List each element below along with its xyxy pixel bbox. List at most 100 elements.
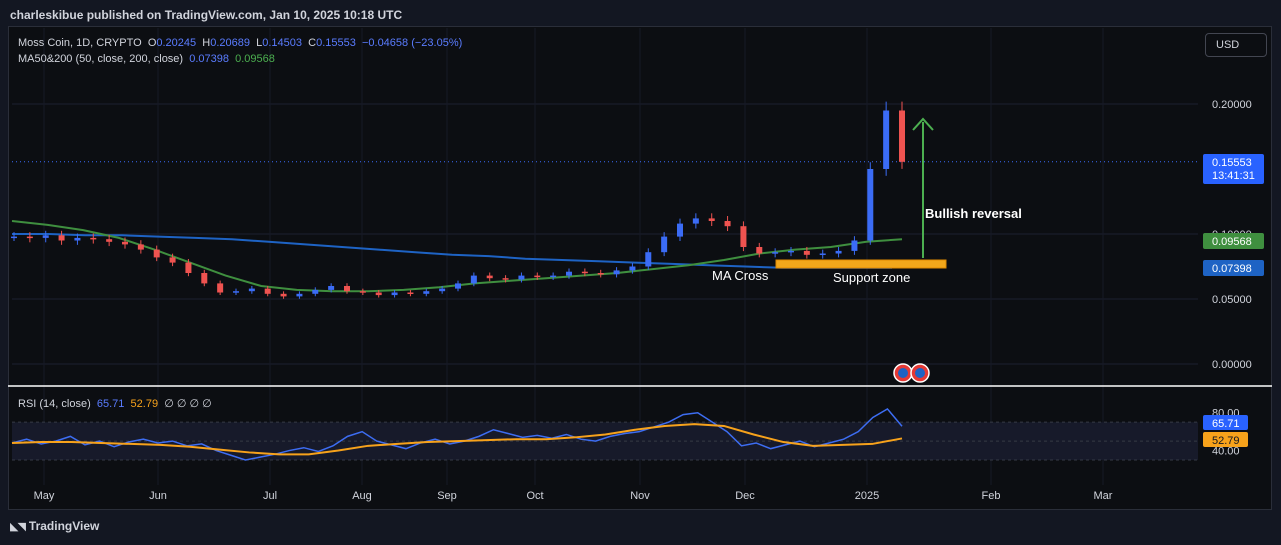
candle-body <box>423 291 430 294</box>
symbol-name: Moss Coin, 1D, CRYPTO <box>18 37 142 49</box>
time-axis-label: Nov <box>630 490 650 502</box>
candle-body <box>58 235 65 241</box>
candle-body <box>486 275 493 279</box>
rsi-info: RSI (14, close) 65.71 52.79 ∅ ∅ ∅ ∅ <box>18 397 212 410</box>
ma-label: MA50&200 (50, close, 200, close) <box>18 53 184 65</box>
ma-cross-label: MA Cross <box>712 268 769 283</box>
candle-body <box>296 293 303 297</box>
bullish-reversal-label: Bullish reversal <box>925 206 1022 221</box>
open-value: 0.20245 <box>156 37 197 49</box>
time-axis-label: May <box>34 490 55 502</box>
event-flag-inner <box>898 368 908 378</box>
ma50-value: 0.07398 <box>189 53 229 65</box>
rsi-extras: ∅ ∅ ∅ ∅ <box>164 398 212 410</box>
candle-body <box>280 293 287 297</box>
rsi-ma-tag: 52.79 <box>1212 435 1240 447</box>
candle-body <box>169 257 176 263</box>
candle-body <box>185 262 192 273</box>
rsi-value: 65.71 <box>96 398 125 410</box>
rsi-value-tag: 65.71 <box>1212 418 1240 430</box>
rsi-tick-label: 40.00 <box>1212 446 1240 458</box>
last-price-tag: 13:41:31 <box>1212 170 1255 182</box>
candle-body <box>74 237 81 241</box>
candle-body <box>455 283 461 289</box>
candle-body <box>407 292 414 294</box>
candle-body <box>11 236 17 239</box>
currency-button[interactable]: USD <box>1205 33 1267 57</box>
price-tick-label: 0.00000 <box>1212 359 1252 371</box>
time-axis-label: Jun <box>149 490 167 502</box>
candle-body <box>835 250 842 254</box>
high-value: 0.20689 <box>210 37 250 49</box>
candle-body <box>328 286 335 290</box>
candle-body <box>899 110 905 162</box>
tradingview-logo[interactable]: ◣◥ TradingView <box>10 519 99 533</box>
time-axis-label: Dec <box>735 490 755 502</box>
candle-body <box>201 273 208 284</box>
candle-body <box>439 288 446 292</box>
candle-body <box>867 169 874 241</box>
time-axis-label: Mar <box>1094 490 1113 502</box>
candle-body <box>566 271 572 276</box>
close-value: 0.15553 <box>316 37 356 49</box>
change-value: −0.04658 (−23.05%) <box>361 37 463 49</box>
candle-body <box>803 250 810 255</box>
event-flag-inner <box>915 368 925 378</box>
time-axis-label: Jul <box>263 490 277 502</box>
candle-body <box>708 218 715 221</box>
ma-info: MA50&200 (50, close, 200, close) 0.07398… <box>18 53 275 65</box>
candle-body <box>597 273 604 275</box>
candle-body <box>391 292 398 296</box>
candle-body <box>344 286 350 292</box>
candle-body <box>629 266 636 271</box>
candle-body <box>312 289 319 294</box>
candle-body <box>137 244 144 250</box>
candle-body <box>502 278 509 280</box>
time-axis-label: 2025 <box>855 490 879 502</box>
time-axis-label: Feb <box>982 490 1001 502</box>
candle-body <box>883 110 890 169</box>
candle-body <box>153 249 160 258</box>
candle-body <box>90 237 97 240</box>
candle-body <box>264 288 271 294</box>
support-zone-box <box>775 259 947 269</box>
footer-brand: TradingView <box>28 519 100 533</box>
candle-body <box>645 252 652 267</box>
candle-body <box>106 239 113 242</box>
last-price-tag: 0.15553 <box>1212 157 1252 169</box>
candle-body <box>677 223 683 237</box>
candle-body <box>217 283 224 293</box>
ma50-price-tag: 0.09568 <box>1212 236 1252 248</box>
candle-body <box>470 275 477 284</box>
candle-body <box>724 221 731 227</box>
price-tick-label: 0.20000 <box>1212 99 1252 111</box>
candle-body <box>613 270 620 275</box>
rsi-label: RSI (14, close) <box>18 398 91 410</box>
candle-body <box>661 236 668 253</box>
candle-body <box>819 253 826 255</box>
close-label: C <box>308 37 317 49</box>
tradingview-icon: ◣◥ <box>10 521 26 533</box>
candle-body <box>42 235 49 238</box>
candle-body <box>122 241 128 245</box>
support-zone-label: Support zone <box>833 270 910 285</box>
candle-body <box>851 240 858 251</box>
candle-body <box>740 226 747 247</box>
symbol-info: Moss Coin, 1D, CRYPTO O0.20245 H0.20689 … <box>18 37 462 49</box>
candle-body <box>359 291 366 293</box>
ma200-price-tag: 0.07398 <box>1212 263 1252 275</box>
candle-body <box>233 291 239 293</box>
candle-body <box>772 252 779 254</box>
candle-body <box>26 236 33 239</box>
candle-body <box>248 288 255 292</box>
rsi-ma-value: 52.79 <box>130 398 159 410</box>
price-chart-svg[interactable]: 0.200000.100000.050000.00000Bullish reve… <box>0 0 1281 545</box>
candle-body <box>788 250 794 253</box>
price-tick-label: 0.05000 <box>1212 294 1252 306</box>
candle-body <box>550 275 557 278</box>
candle-body <box>375 292 382 296</box>
low-value: 0.14503 <box>262 37 302 49</box>
candle-body <box>534 275 541 278</box>
candle-body <box>692 218 699 224</box>
candle-body <box>518 275 525 280</box>
